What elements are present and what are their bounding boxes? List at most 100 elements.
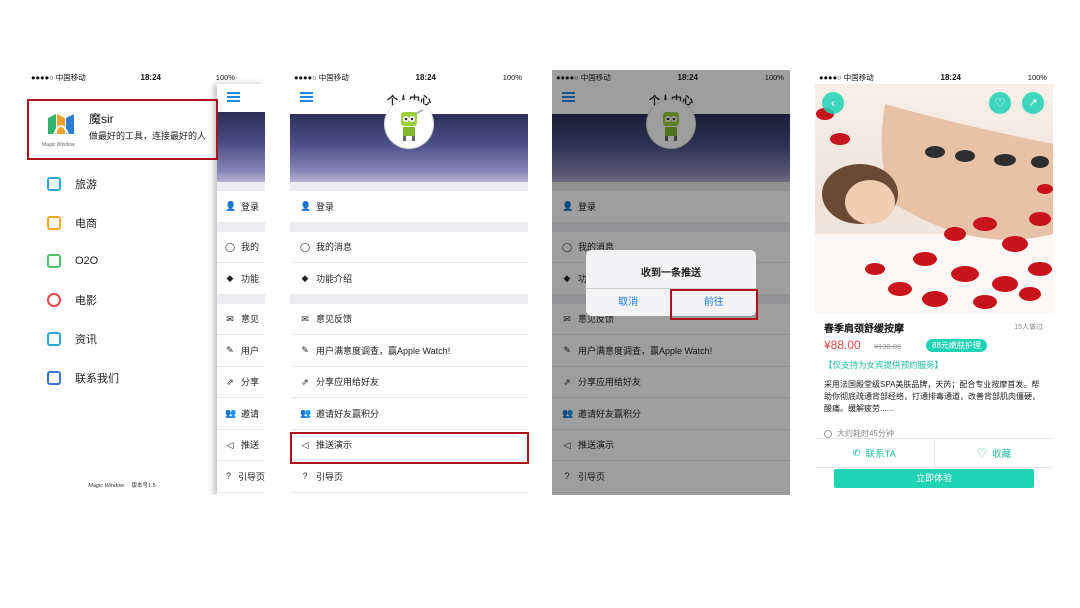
drawer-item[interactable]: 联系我们 <box>47 370 119 386</box>
favorite-button[interactable]: ♡ 收藏 <box>935 439 1054 467</box>
peek-menu-row-label: 意见 <box>241 314 260 325</box>
peek-banner <box>217 112 265 182</box>
menu-row-label: 登录 <box>316 201 335 212</box>
peek-menu-row[interactable]: ✉ 意见 <box>217 304 265 335</box>
user-icon: 👤 <box>300 201 312 212</box>
menu-row-label: 分享应用给好友 <box>316 377 380 388</box>
user-icon: 👤 <box>225 201 237 212</box>
peek-menu-row[interactable]: 👥 邀请 <box>217 398 265 430</box>
menu-row[interactable]: ✎ 用户满意度调查，赢Apple Watch! <box>290 335 528 367</box>
help-icon: ? <box>302 471 308 482</box>
menu-row[interactable]: ? 引导页 <box>290 461 528 493</box>
book-icon: ◆ <box>226 273 234 284</box>
news-icon <box>47 332 61 346</box>
peek-menu-row[interactable]: ◯ 我的 <box>217 232 265 263</box>
peek-menu-row-label: 邀请 <box>241 408 260 419</box>
menu-row[interactable]: ◯ 我的消息 <box>290 232 528 263</box>
carrier-label: ●●●●○ 中国移动 <box>31 72 86 82</box>
action-bar: ✆ 联系TA ♡ 收藏 <box>815 438 1053 468</box>
peek-menu-row[interactable]: ◁ 推送 <box>217 430 265 461</box>
drawer-item[interactable]: O2O <box>47 254 98 268</box>
phone-icon: ✆ <box>852 447 861 459</box>
message-icon: ◯ <box>300 241 311 252</box>
menu-row[interactable]: 👤 登录 <box>290 191 528 223</box>
drawer-item-label: 资讯 <box>75 334 97 346</box>
heart-icon: ♡ <box>976 446 988 460</box>
cart-icon <box>47 216 61 230</box>
peek-menu-list: 👤 登录 ◯ 我的 ◆ 功能 ✉ 意见 ✎ 用户 ⇗ 分享 👥 邀请 ◁ 推送? 引导页 <box>217 182 265 493</box>
film-reel-icon <box>47 293 61 307</box>
airplane-icon <box>47 177 61 191</box>
peek-menu-row[interactable]: ⇗ 分享 <box>217 367 265 398</box>
contact-label: 联系TA <box>865 449 896 460</box>
footer-version: 版本号1.5 <box>131 483 156 489</box>
menu-row[interactable]: ◆ 功能介绍 <box>290 263 528 295</box>
highlight-go-button <box>670 289 758 320</box>
status-bar: ●●●●○ 中国移动 18:24 100% <box>27 70 265 84</box>
drawer-item-label: 联系我们 <box>75 373 119 385</box>
cancel-button[interactable]: 取消 <box>586 289 672 316</box>
dialog-title: 收到一条推送 <box>641 268 701 279</box>
status-bar: ●●●●○ 中国移动 18:24 100% <box>815 70 1053 84</box>
battery-label: 100% <box>764 72 784 82</box>
drawer-item-label: 电商 <box>75 218 97 230</box>
share-icon: ⇗ <box>226 376 234 387</box>
menu-row-label: 意见反馈 <box>316 314 353 325</box>
menu-icon[interactable] <box>227 92 240 102</box>
peek-menu-row[interactable]: 👤 登录 <box>217 191 265 223</box>
edit-icon: ✎ <box>226 345 234 356</box>
peek-menu-row[interactable]: ? 引导页 <box>217 461 265 493</box>
menu-row[interactable]: 👥 邀请好友赢积分 <box>290 398 528 430</box>
clock-label: 18:24 <box>415 72 436 82</box>
promo-tag: 88元嫩肤护理 <box>926 339 987 352</box>
phone-screen-push-dialog: ●●●●○ 中国移动 18:24 100% 个人中心 👤登录◯我的消息◆功能介绍… <box>552 70 790 495</box>
clock-label: 18:24 <box>940 72 961 82</box>
service-note: 【仅支持为女宾提供预约服务】 <box>824 360 944 370</box>
peek-menu-row[interactable]: ◆ 功能 <box>217 263 265 295</box>
price: ¥88.00 <box>824 338 861 352</box>
carrier-label: ●●●●○ 中国移动 <box>556 72 611 82</box>
avatar[interactable] <box>385 100 433 148</box>
store-icon <box>47 254 61 268</box>
battery-label: 100% <box>215 72 235 82</box>
drawer-footer: Magic Window 版本号1.5 <box>27 481 217 489</box>
message-icon: ◯ <box>225 241 236 252</box>
phone-icon <box>47 371 61 385</box>
favorite-heart-button[interactable]: ♡ <box>989 92 1011 114</box>
peek-menu-row-label: 分享 <box>241 377 260 388</box>
back-button[interactable]: ‹ <box>822 92 844 114</box>
users-icon: 👥 <box>300 408 312 419</box>
drawer-item[interactable]: 旅游 <box>47 176 97 192</box>
share-button[interactable]: ↗ <box>1022 92 1044 114</box>
menu-row-label: 邀请好友赢积分 <box>316 408 380 419</box>
peek-main-panel[interactable]: 👤 登录 ◯ 我的 ◆ 功能 ✉ 意见 ✎ 用户 ⇗ 分享 👥 邀请 ◁ 推送? 引导页 <box>217 84 265 495</box>
peek-menu-row-label: 用户 <box>241 345 260 356</box>
peek-menu-row-label: 功能 <box>241 273 260 284</box>
drawer-item[interactable]: 电商 <box>47 215 97 231</box>
cta-button[interactable]: 立即体验 <box>834 469 1034 488</box>
drawer-item-label: O2O <box>75 255 99 267</box>
battery-label: 100% <box>502 72 522 82</box>
sold-count: 15人做过 <box>1014 324 1043 331</box>
menu-row[interactable]: ✉ 意见反馈 <box>290 304 528 335</box>
peek-menu-row-label: 引导页 <box>237 471 265 482</box>
clock-label: 18:24 <box>140 72 161 82</box>
drawer-item-label: 电影 <box>75 295 97 307</box>
share-icon: ⇗ <box>301 376 309 387</box>
drawer-item[interactable]: 电影 <box>47 292 97 308</box>
peek-menu-row[interactable]: ✎ 用户 <box>217 335 265 367</box>
menu-row-label: 功能介绍 <box>316 273 353 284</box>
drawer-item[interactable]: 资讯 <box>47 331 97 347</box>
product-description: 采用法国殿堂级SPA美肤品牌，天芮；配合专业按摩首发。帮助你彻底疏通背部经络，打… <box>824 380 1040 413</box>
highlight-drawer-header <box>27 99 218 160</box>
clock-icon <box>824 429 832 438</box>
menu-row-label: 引导页 <box>316 471 344 482</box>
menu-row-label: 我的消息 <box>316 242 353 253</box>
book-icon: ◆ <box>301 273 309 284</box>
clock-label: 18:24 <box>677 72 698 82</box>
battery-label: 100% <box>1027 72 1047 82</box>
menu-row[interactable]: ⇗ 分享应用给好友 <box>290 367 528 398</box>
product-hero-image <box>815 84 1053 313</box>
drawer-item-label: 旅游 <box>75 179 97 191</box>
contact-button[interactable]: ✆ 联系TA <box>815 439 935 467</box>
